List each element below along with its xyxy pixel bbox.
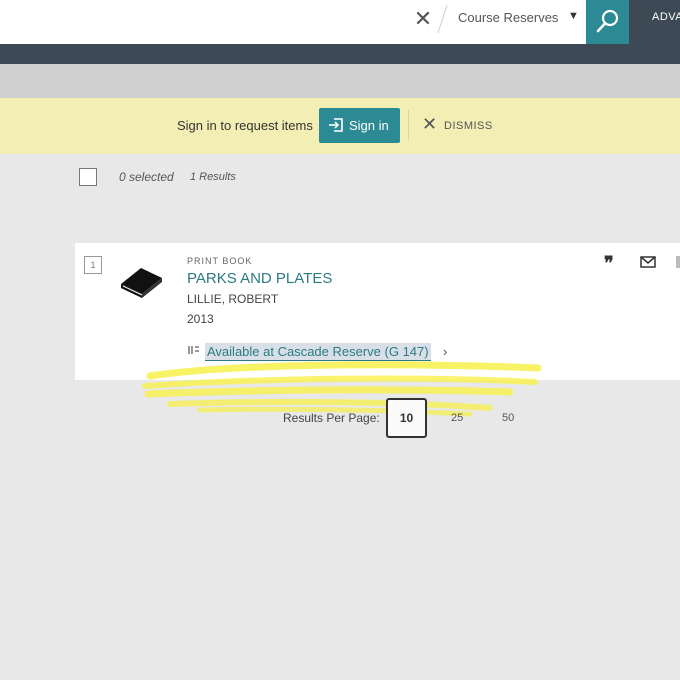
results-per-page-10[interactable]: 10 [386,398,427,438]
result-number[interactable]: 1 [84,256,102,274]
chevron-right-icon[interactable]: › [443,344,447,359]
select-all-checkbox[interactable] [79,168,97,186]
selected-count: 0 selected [119,170,174,184]
search-button[interactable] [586,0,629,44]
close-icon: ✕ [422,114,438,134]
results-per-page-25[interactable]: 25 [451,412,463,424]
signin-button[interactable]: Sign in [319,108,400,143]
results-per-page-50[interactable]: 50 [502,412,514,424]
banner-divider [408,110,409,140]
toolbar-strip [0,64,680,98]
availability-icon [188,345,200,355]
results-per-page-label: Results Per Page: [283,411,380,425]
result-author: LILLIE, ROBERT [187,292,279,306]
result-year: 2013 [187,312,214,326]
advanced-search-link[interactable]: ADVA [652,11,680,23]
signin-label: Sign in [349,118,389,133]
citation-quote-icon[interactable]: ❞ [604,253,614,274]
clear-search-icon[interactable]: ✕ [410,6,436,32]
divider [437,4,448,34]
chevron-down-icon[interactable]: ▼ [568,10,579,22]
book-icon [121,268,162,298]
dismiss-label: DISMISS [444,120,493,132]
more-actions-icon[interactable] [676,256,680,268]
signin-icon [329,118,343,132]
email-icon[interactable] [640,256,656,268]
search-bar: ✕ Course Reserves ▼ ADVA [0,0,680,44]
highlighter-scribble [142,361,542,417]
material-type: PRINT BOOK [187,256,253,266]
header-strip [0,44,680,64]
results-count: 1 Results [190,171,236,183]
banner-message: Sign in to request items [177,118,313,133]
result-title-link[interactable]: PARKS AND PLATES [187,270,332,287]
search-scope-select[interactable]: Course Reserves [458,10,558,28]
search-icon [596,9,619,33]
